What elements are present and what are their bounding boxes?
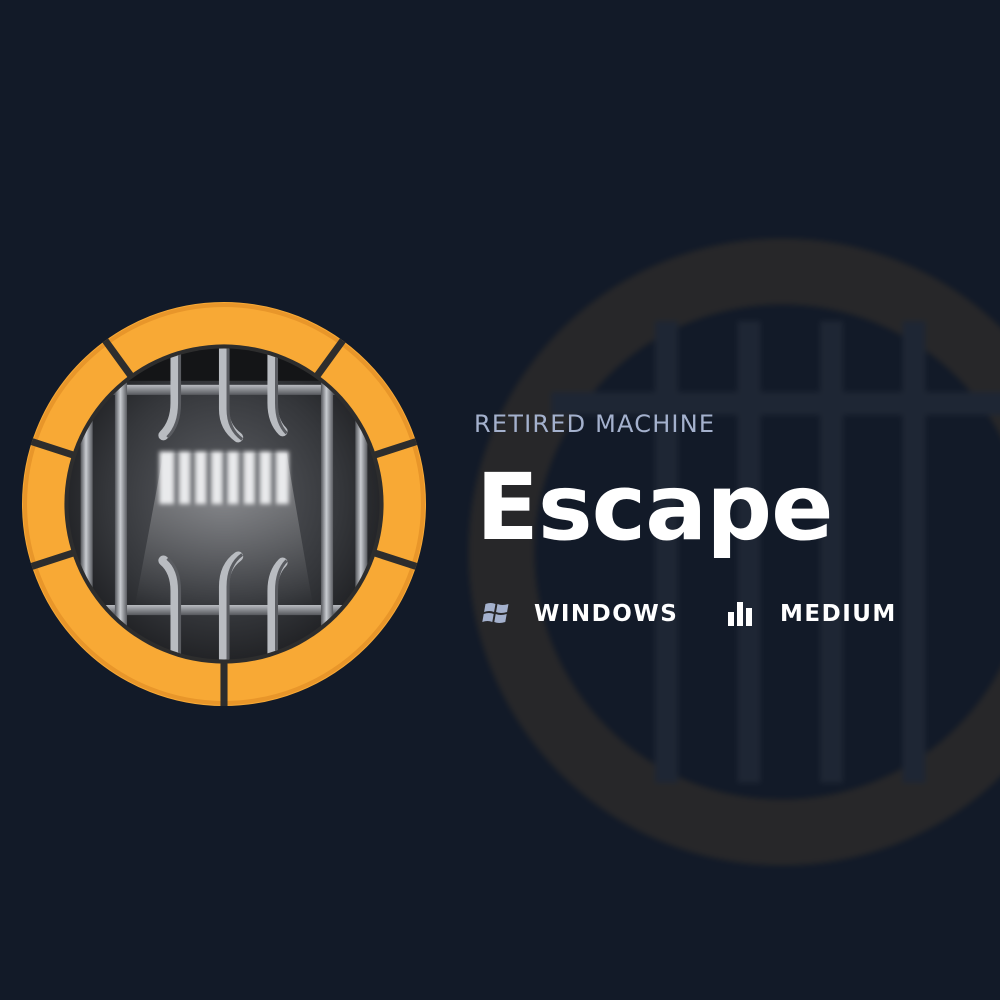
- machine-avatar-image: [22, 302, 426, 706]
- difficulty-tag: MEDIUM: [726, 596, 897, 632]
- machine-tags: WINDOWS MEDIUM: [480, 596, 940, 632]
- windows-logo-icon: [480, 601, 510, 627]
- difficulty-label: MEDIUM: [780, 601, 897, 627]
- machine-card: RETIRED MACHINE Escape WINDOWS MEDIUM: [0, 0, 1000, 1000]
- os-tag: WINDOWS: [480, 596, 678, 632]
- os-label: WINDOWS: [534, 601, 679, 627]
- bar-chart-icon: [726, 600, 756, 628]
- machine-status-label: RETIRED MACHINE: [474, 410, 716, 438]
- machine-name: Escape: [476, 454, 833, 561]
